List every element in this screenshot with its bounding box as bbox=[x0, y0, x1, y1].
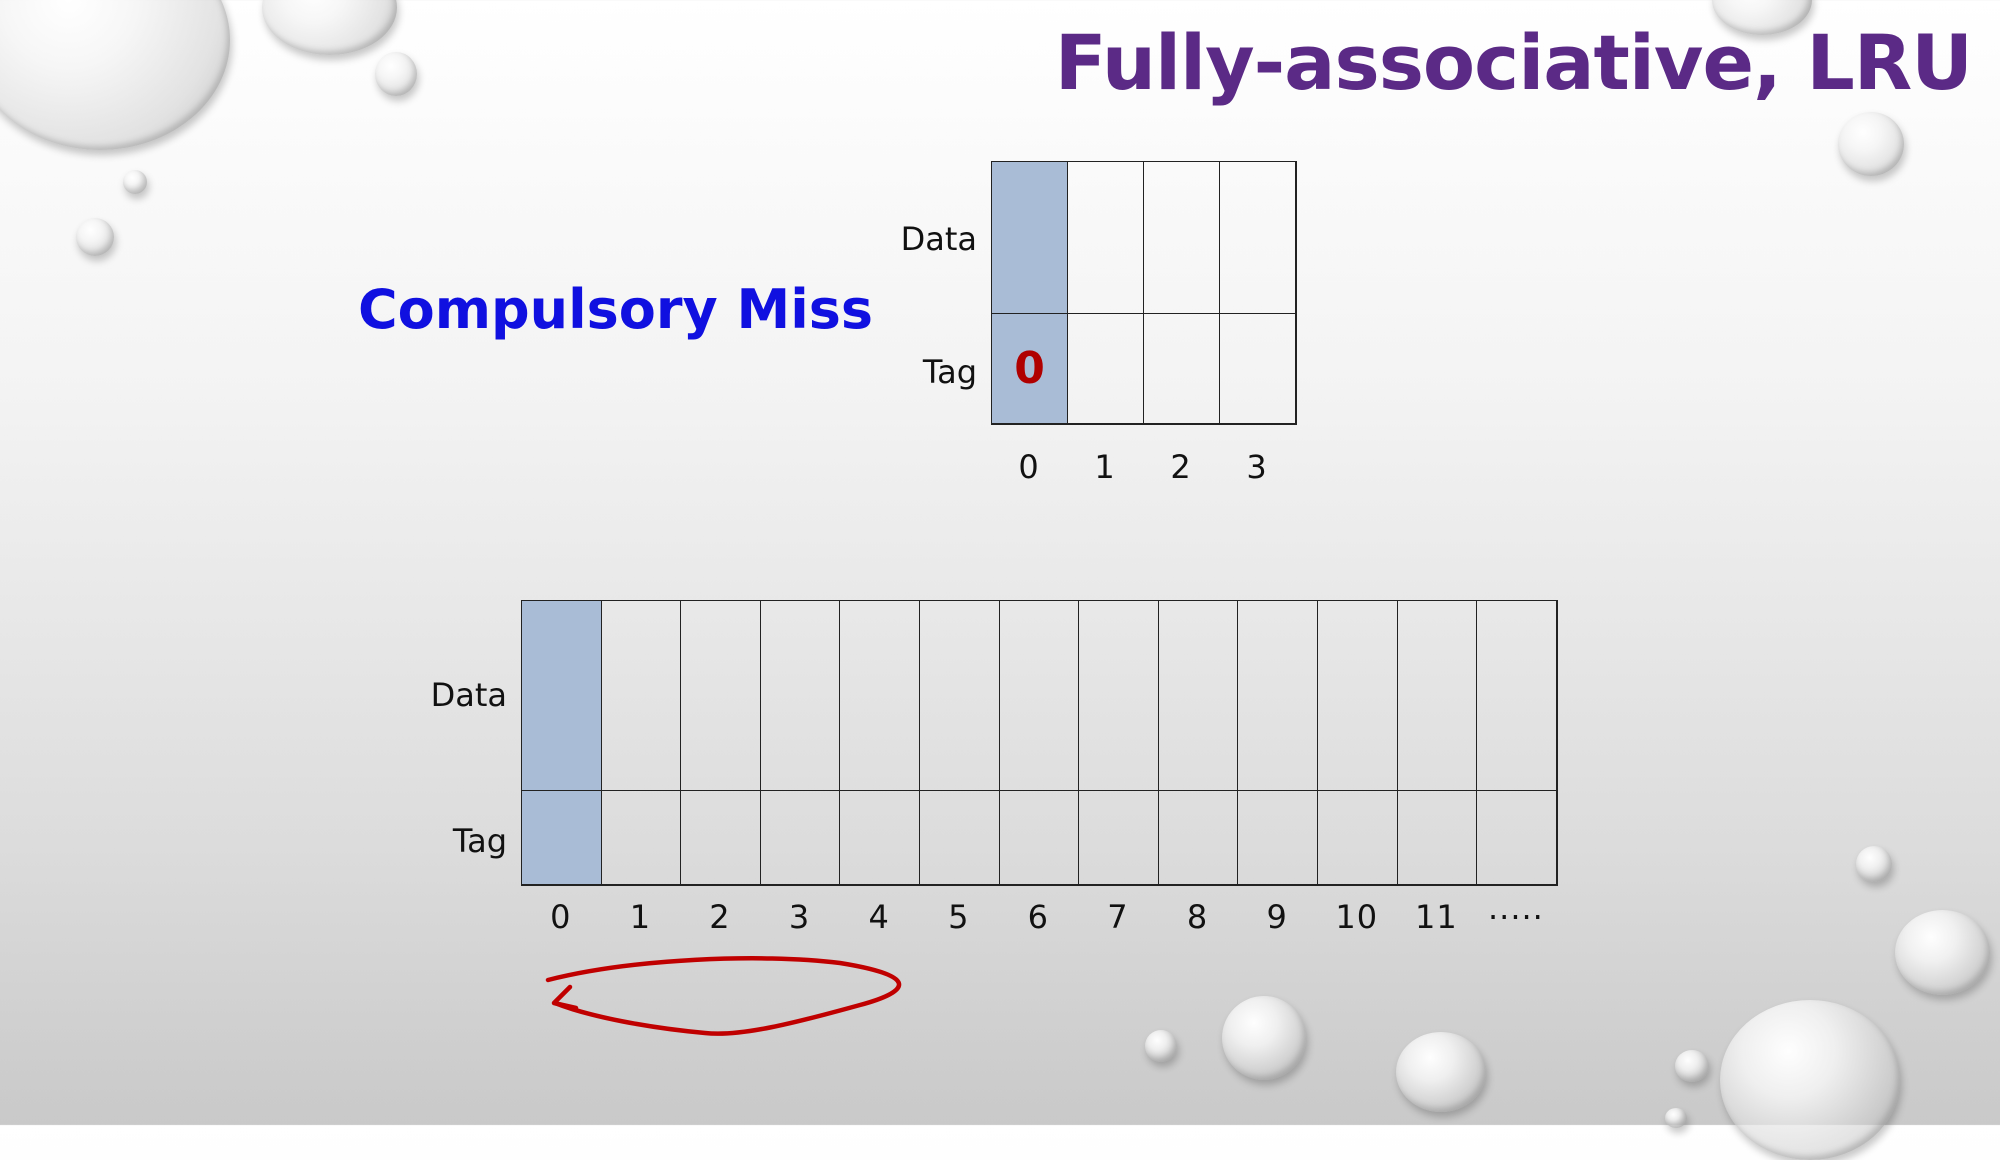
water-drop bbox=[262, 0, 397, 55]
memory-tag-cell bbox=[1238, 791, 1318, 885]
loop-arrow-icon bbox=[545, 956, 902, 1036]
water-drop bbox=[1145, 1030, 1177, 1062]
water-drop bbox=[1895, 910, 1990, 995]
water-drop bbox=[1856, 846, 1892, 882]
water-drop bbox=[0, 0, 230, 150]
memory-data-cell bbox=[1079, 601, 1159, 791]
memory-tag-cell bbox=[601, 791, 682, 885]
cache-data-cell bbox=[1144, 162, 1220, 314]
memory-data-cell bbox=[601, 601, 682, 791]
cache-tag-cell bbox=[1144, 314, 1220, 424]
water-drop bbox=[1838, 112, 1904, 176]
memory-index-label: 6 bbox=[1027, 898, 1050, 936]
memory-data-cell bbox=[999, 601, 1080, 791]
memory-index-label: 2 bbox=[709, 898, 731, 936]
cache-index-row: 0 1 2 3 bbox=[991, 448, 1295, 486]
memory-data-cell bbox=[1317, 601, 1398, 791]
memory-tag-cell bbox=[1397, 791, 1478, 885]
water-drop bbox=[1396, 1032, 1486, 1112]
water-drop bbox=[1675, 1050, 1709, 1082]
water-drop bbox=[76, 218, 114, 256]
memory-data-cell bbox=[840, 601, 920, 791]
cache-index-label: 0 bbox=[1018, 448, 1040, 486]
memory-tag-cell bbox=[1317, 791, 1398, 885]
cache-tag-cell: 0 bbox=[992, 314, 1068, 424]
memory-tag-cell bbox=[840, 791, 920, 885]
cache-tag-label: Tag bbox=[922, 353, 977, 391]
memory-data-cell bbox=[681, 601, 761, 791]
memory-tag-cell bbox=[999, 791, 1080, 885]
memory-tag-label: Tag bbox=[452, 822, 507, 860]
water-drop bbox=[1665, 1108, 1687, 1128]
memory-index-row: 0 1 2 3 4 5 6 7 8 9 10 11 ····· bbox=[521, 898, 1556, 936]
memory-tag-cell bbox=[760, 791, 841, 885]
memory-index-label: 9 bbox=[1266, 898, 1288, 936]
slide-title: Fully-associative, LRU bbox=[1054, 18, 1973, 107]
memory-index-label: 4 bbox=[868, 898, 890, 936]
memory-index-label: 5 bbox=[948, 898, 970, 936]
memory-table bbox=[521, 600, 1558, 886]
memory-tag-cell bbox=[1477, 791, 1557, 885]
miss-type-label: Compulsory Miss bbox=[358, 278, 874, 341]
water-drop bbox=[375, 52, 417, 96]
cache-data-cell bbox=[992, 162, 1068, 314]
memory-data-cell bbox=[760, 601, 841, 791]
cache-tag-cell bbox=[1220, 314, 1296, 424]
memory-index-label: ····· bbox=[1487, 898, 1544, 936]
cache-index-label: 1 bbox=[1094, 448, 1116, 486]
memory-tag-cell bbox=[919, 791, 1000, 885]
memory-tag-cell bbox=[1158, 791, 1239, 885]
memory-data-cell bbox=[1238, 601, 1318, 791]
memory-index-label: 10 bbox=[1335, 898, 1379, 936]
memory-data-cell bbox=[919, 601, 1000, 791]
cache-data-cell bbox=[1068, 162, 1144, 314]
cache-tag-cell bbox=[1068, 314, 1144, 424]
memory-data-cell bbox=[1158, 601, 1239, 791]
memory-index-label: 7 bbox=[1107, 898, 1129, 936]
cache-index-label: 2 bbox=[1170, 448, 1192, 486]
memory-tag-cell bbox=[1079, 791, 1159, 885]
memory-data-cell bbox=[1477, 601, 1557, 791]
cache-data-label: Data bbox=[900, 220, 977, 258]
memory-tag-cell bbox=[522, 791, 602, 885]
water-drop bbox=[123, 170, 147, 194]
water-drop bbox=[1222, 996, 1306, 1080]
memory-index-label: 3 bbox=[788, 898, 811, 936]
memory-index-label: 11 bbox=[1414, 898, 1458, 936]
cache-index-label: 3 bbox=[1246, 448, 1268, 486]
memory-index-label: 1 bbox=[629, 898, 652, 936]
memory-data-cell bbox=[1397, 601, 1478, 791]
water-drop bbox=[1720, 1000, 1900, 1160]
memory-data-cell bbox=[522, 601, 602, 791]
memory-index-label: 0 bbox=[550, 898, 572, 936]
memory-data-label: Data bbox=[430, 676, 507, 714]
memory-tag-cell bbox=[681, 791, 761, 885]
cache-table: 0 bbox=[991, 161, 1297, 425]
memory-index-label: 8 bbox=[1186, 898, 1209, 936]
cache-tag-value: 0 bbox=[1014, 343, 1045, 394]
cache-data-cell bbox=[1220, 162, 1296, 314]
